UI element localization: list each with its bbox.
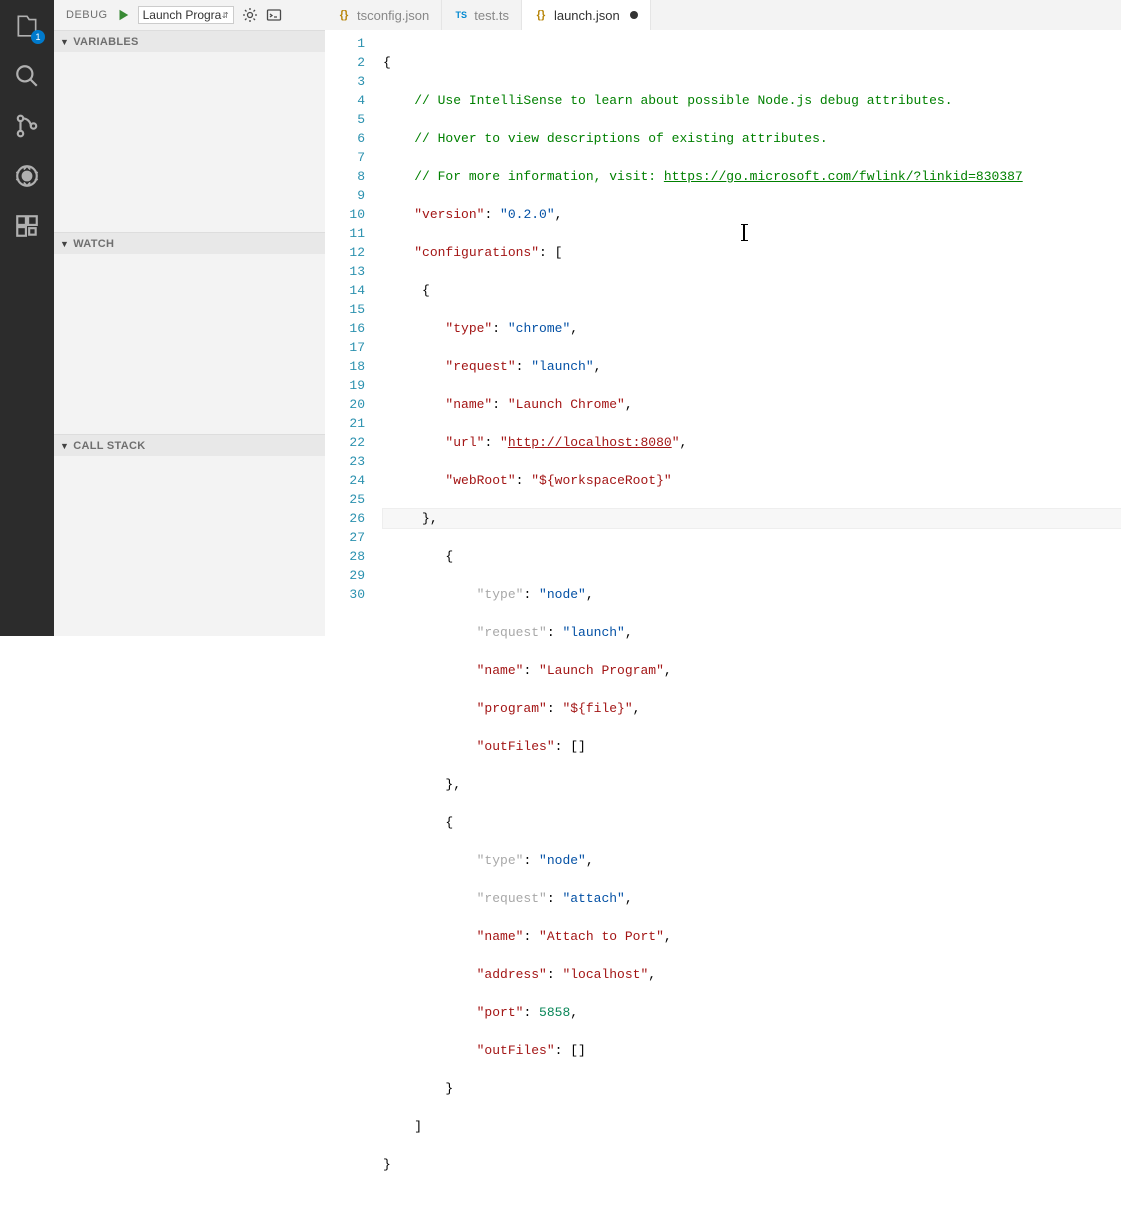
variables-label: VARIABLES xyxy=(73,36,138,48)
watch-section-header[interactable]: ▼ WATCH xyxy=(54,232,325,254)
callstack-label: CALL STACK xyxy=(73,440,145,452)
tab-tsconfig[interactable]: {} tsconfig.json xyxy=(325,0,442,30)
chevron-updown-icon: ⇵ xyxy=(222,11,229,20)
callstack-section-header[interactable]: ▼ CALL STACK xyxy=(54,434,325,456)
gear-icon[interactable] xyxy=(242,7,258,23)
tab-label: launch.json xyxy=(554,8,620,23)
tab-label: tsconfig.json xyxy=(357,8,429,23)
debug-label: DEBUG xyxy=(66,9,108,21)
source-control-icon[interactable] xyxy=(11,110,43,142)
json-file-icon: {} xyxy=(534,8,548,22)
search-icon[interactable] xyxy=(11,60,43,92)
ts-file-icon: TS xyxy=(454,8,468,22)
json-file-icon: {} xyxy=(337,8,351,22)
text-cursor xyxy=(743,224,745,241)
explorer-badge: 1 xyxy=(31,30,45,44)
debug-config-label: Launch Progra xyxy=(143,8,222,22)
tab-label: test.ts xyxy=(474,8,509,23)
triangle-down-icon: ▼ xyxy=(60,239,69,249)
line-number-gutter: 1234567891011121314151617181920212223242… xyxy=(325,30,383,1231)
tab-launch-json[interactable]: {} launch.json xyxy=(522,0,651,30)
watch-label: WATCH xyxy=(73,238,114,250)
debug-config-select[interactable]: Launch Progra⇵ xyxy=(138,6,234,24)
debug-header: DEBUG Launch Progra⇵ xyxy=(54,0,325,30)
variables-section-header[interactable]: ▼ VARIABLES xyxy=(54,30,325,52)
debug-icon[interactable] xyxy=(11,160,43,192)
start-debug-button[interactable] xyxy=(116,8,130,22)
callstack-section xyxy=(54,456,325,636)
variables-section xyxy=(54,52,325,232)
tab-bar: {} tsconfig.json TS test.ts {} launch.js… xyxy=(325,0,1121,30)
code-editor[interactable]: 1234567891011121314151617181920212223242… xyxy=(325,30,1121,1231)
tab-test-ts[interactable]: TS test.ts xyxy=(442,0,522,30)
code-content[interactable]: { // Use IntelliSense to learn about pos… xyxy=(383,30,1121,1231)
activity-bar: 1 xyxy=(0,0,54,636)
editor-area: {} tsconfig.json TS test.ts {} launch.js… xyxy=(325,0,1121,636)
dirty-indicator-icon xyxy=(630,11,638,19)
watch-section xyxy=(54,254,325,434)
extensions-icon[interactable] xyxy=(11,210,43,242)
triangle-down-icon: ▼ xyxy=(60,441,69,451)
debug-console-icon[interactable] xyxy=(266,7,282,23)
triangle-down-icon: ▼ xyxy=(60,37,69,47)
debug-sidebar: DEBUG Launch Progra⇵ ▼ VARIABLES ▼ WATCH… xyxy=(54,0,325,636)
explorer-icon[interactable]: 1 xyxy=(11,10,43,42)
